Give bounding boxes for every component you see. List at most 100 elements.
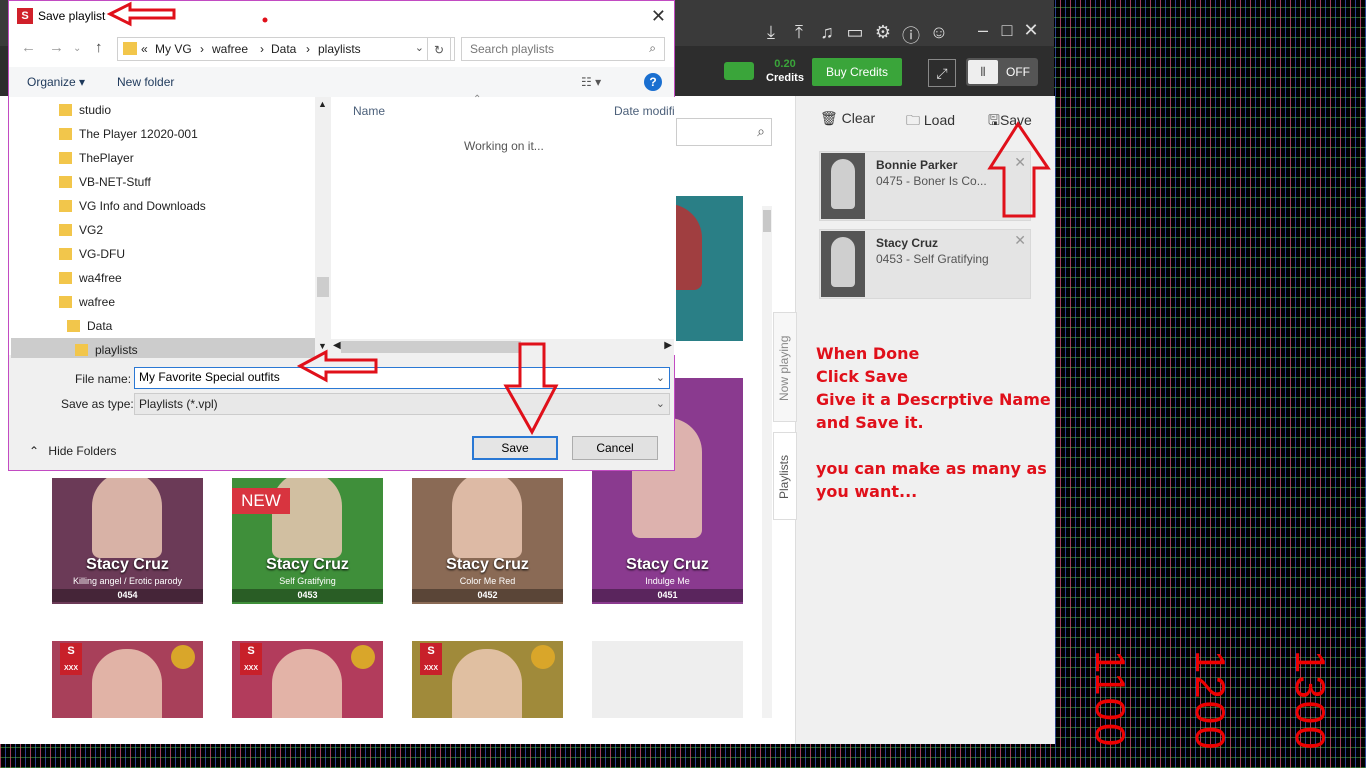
folder-icon (123, 42, 137, 55)
upload-icon[interactable]: ⤒ (788, 22, 810, 43)
content-scrollbar[interactable] (762, 206, 772, 718)
info-icon[interactable]: ⓘ (900, 22, 922, 48)
file-name-input[interactable] (139, 370, 639, 384)
music-icon[interactable]: ♫ (816, 22, 838, 43)
folder-icon (59, 224, 72, 236)
card-number: 0451 (592, 589, 743, 602)
playlist-thumbnail (821, 231, 865, 297)
monitor-icon[interactable]: ▭ (844, 22, 866, 43)
video-card[interactable]: NEW Stacy Cruz Self Gratifying 0453 (232, 478, 383, 604)
content-search-input[interactable]: ⌕ (676, 118, 772, 146)
refresh-icon[interactable]: ↻ (427, 37, 451, 61)
remove-icon[interactable]: ✕ (1014, 232, 1026, 249)
card-title: Stacy Cruz (446, 556, 529, 573)
breadcrumb-item[interactable]: wafree (212, 42, 248, 56)
address-bar[interactable]: « My VG › wafree › Data › playlists ⌄ (117, 37, 455, 61)
download-icon[interactable]: ⤓ (760, 22, 782, 43)
annotation-note: When Done (816, 344, 920, 363)
hide-folders-toggle[interactable]: ⌃ Hide Folders (29, 444, 116, 458)
card-title: Stacy Cruz (626, 556, 709, 573)
tree-item-selected[interactable]: playlists (75, 343, 138, 357)
view-options-icon[interactable]: ☷ ▾ (581, 75, 601, 89)
gear-icon[interactable]: ⚙ (872, 22, 894, 43)
card-subtitle: Killing angel / Erotic parody (72, 576, 183, 586)
forward-icon[interactable]: → (49, 39, 64, 56)
tree-item[interactable]: wafree (59, 295, 115, 309)
close-icon[interactable]: ✕ (651, 6, 666, 27)
dialog-save-button[interactable]: Save (472, 436, 558, 460)
column-name[interactable]: Name (353, 104, 385, 118)
card-number: 0454 (52, 589, 203, 602)
new-folder-button[interactable]: New folder (117, 75, 174, 89)
breadcrumb-item[interactable]: playlists (318, 42, 361, 56)
save-type-select[interactable]: Playlists (*.vpl) ⌄ (134, 393, 670, 415)
scroll-right-icon[interactable]: ▶ (664, 340, 672, 351)
tree-item[interactable]: VG2 (59, 223, 103, 237)
model-image (92, 478, 162, 558)
save-dialog: S Save playlist ✕ ← → ⌄ ↑ « My VG › wafr… (8, 0, 676, 471)
chevron-down-icon[interactable]: ⌄ (656, 371, 665, 384)
video-card[interactable]: S XXX (412, 641, 563, 718)
tree-scrollbar[interactable]: ▲ ▼ (315, 97, 331, 355)
model-image (272, 649, 342, 718)
card-subtitle: Self Gratifying (279, 576, 336, 586)
tree-item[interactable]: VG Info and Downloads (59, 199, 206, 213)
fullscreen-icon[interactable]: ⤢ (928, 59, 956, 87)
tree-item[interactable]: studio (59, 103, 111, 117)
tree-item[interactable]: wa4free (59, 271, 122, 285)
playlist-item[interactable]: Stacy Cruz 0453 - Self Gratifying ✕ (819, 229, 1031, 299)
tree-item[interactable]: VB-NET-Stuff (59, 175, 151, 189)
folder-icon (59, 248, 72, 260)
dialog-search-input[interactable]: Search playlists ⌕ (461, 37, 665, 61)
video-card[interactable]: S XXX (232, 641, 383, 718)
chevron-down-icon[interactable]: ⌄ (415, 41, 424, 54)
file-list-hscrollbar[interactable]: ◀ ▶ (331, 339, 674, 355)
video-card[interactable]: Stacy Cruz Color Me Red 0452 (412, 478, 563, 604)
buy-credits-button[interactable]: Buy Credits (812, 58, 902, 86)
toggle-switch[interactable]: ⦀ OFF (966, 58, 1038, 86)
video-card-placeholder (592, 641, 743, 718)
tree-item[interactable]: ThePlayer (59, 151, 134, 165)
model-image (452, 649, 522, 718)
scrollbar-thumb[interactable] (763, 210, 771, 232)
maximize-icon[interactable]: □ (996, 20, 1018, 41)
close-icon[interactable]: ✕ (1020, 20, 1042, 41)
playlist-item-name: Stacy Cruz (876, 236, 939, 250)
scroll-down-icon[interactable]: ▼ (318, 341, 327, 351)
scrollbar-thumb[interactable] (317, 277, 329, 297)
column-date[interactable]: Date modifi (614, 104, 675, 118)
tab-now-playing[interactable]: Now playing (773, 312, 797, 422)
model-image (92, 649, 162, 718)
load-button[interactable]: 🗀 Load (906, 110, 955, 134)
tree-item[interactable]: VG-DFU (59, 247, 125, 261)
tab-playlists[interactable]: Playlists (773, 432, 797, 520)
video-card[interactable]: Stacy Cruz Killing angel / Erotic parody… (52, 478, 203, 604)
sort-up-icon: ⌃ (473, 94, 482, 105)
clear-button[interactable]: 🗑 Clear (820, 110, 875, 127)
file-name-field[interactable]: ⌄ (134, 367, 670, 389)
tree-item[interactable]: The Player 12020-001 (59, 127, 198, 141)
back-icon[interactable]: ← (21, 39, 36, 56)
help-icon[interactable]: ? (644, 73, 662, 91)
scroll-up-icon[interactable]: ▲ (318, 99, 327, 109)
organize-menu[interactable]: Organize ▾ (27, 75, 85, 89)
video-card[interactable]: S XXX (52, 641, 203, 718)
scrollbar-thumb[interactable] (341, 341, 521, 353)
playlist-item-name: Bonnie Parker (876, 158, 958, 172)
minimize-icon[interactable]: – (972, 20, 994, 41)
save-button[interactable]: 🖫Save (988, 110, 1032, 134)
playlist-item[interactable]: Bonnie Parker 0475 - Boner Is Co... ✕ (819, 151, 1031, 221)
tree-item[interactable]: Data (67, 319, 112, 333)
card-number: 0452 (412, 589, 563, 602)
file-list: Name ⌃ Date modifi Working on it... (331, 94, 676, 355)
model-image (452, 478, 522, 558)
loading-text: Working on it... (464, 139, 544, 153)
breadcrumb-item[interactable]: Data (271, 42, 296, 56)
up-icon[interactable]: ↑ (95, 39, 103, 56)
recent-dropdown-icon[interactable]: ⌄ (73, 43, 81, 54)
dialog-cancel-button[interactable]: Cancel (572, 436, 658, 460)
breadcrumb-item[interactable]: My VG (155, 42, 192, 56)
remove-icon[interactable]: ✕ (1014, 154, 1026, 171)
scroll-left-icon[interactable]: ◀ (333, 340, 341, 351)
user-icon[interactable]: ☺ (928, 22, 950, 43)
